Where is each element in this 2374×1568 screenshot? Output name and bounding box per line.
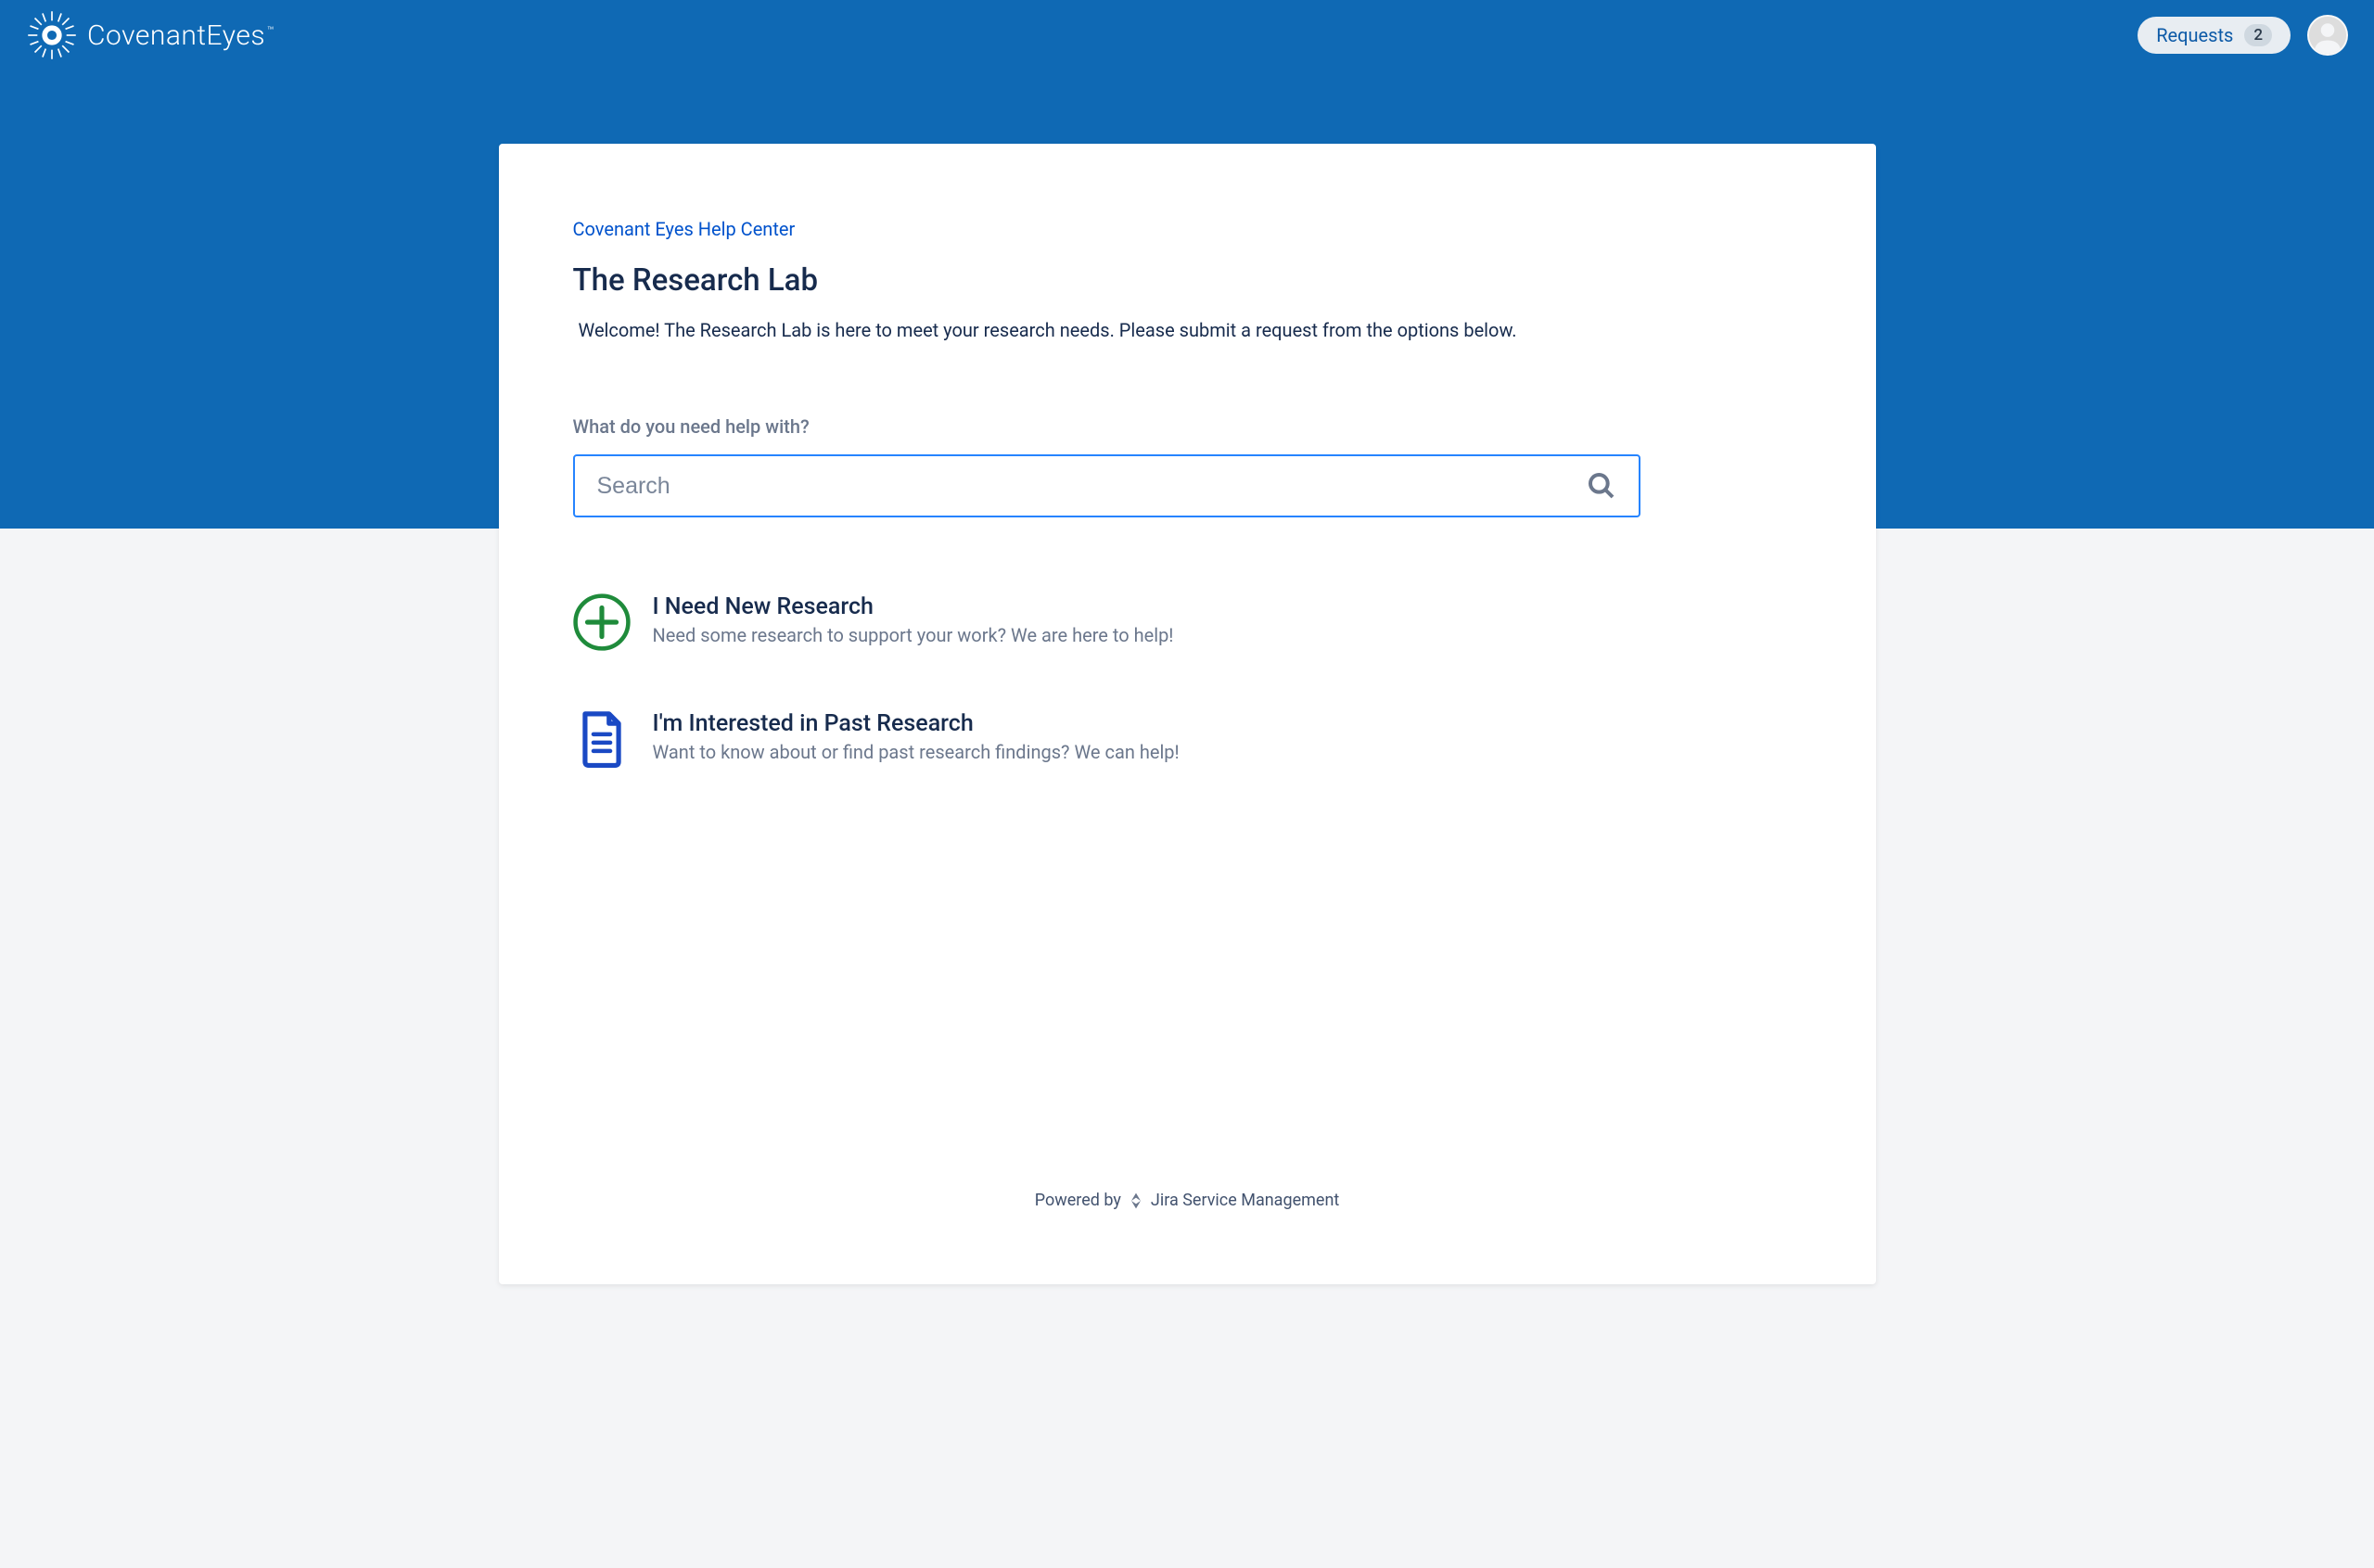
- plus-circle-icon: [573, 593, 631, 651]
- footer: Powered by Jira Service Management: [573, 1154, 1802, 1210]
- page-title: The Research Lab: [573, 262, 1802, 299]
- main-card: Covenant Eyes Help Center The Research L…: [499, 144, 1876, 1284]
- powered-by-prefix: Powered by: [1035, 1191, 1121, 1210]
- search-input[interactable]: [573, 454, 1640, 517]
- option-new-research[interactable]: I Need New Research Need some research t…: [573, 582, 1802, 662]
- powered-by-link[interactable]: Powered by Jira Service Management: [1035, 1191, 1340, 1210]
- option-content: I'm Interested in Past Research Want to …: [653, 710, 1180, 763]
- option-desc: Need some research to support your work?…: [653, 624, 1174, 646]
- option-past-research[interactable]: I'm Interested in Past Research Want to …: [573, 699, 1802, 779]
- page-wrapper: Covenant Eyes Help Center The Research L…: [0, 0, 2374, 1141]
- search-box: [573, 454, 1802, 517]
- option-content: I Need New Research Need some research t…: [653, 593, 1174, 646]
- breadcrumb[interactable]: Covenant Eyes Help Center: [573, 218, 1802, 240]
- search-label: What do you need help with?: [573, 415, 1802, 438]
- jira-icon: [1127, 1192, 1145, 1210]
- request-options: I Need New Research Need some research t…: [573, 582, 1802, 816]
- welcome-text: Welcome! The Research Lab is here to mee…: [579, 319, 1802, 341]
- option-title: I Need New Research: [653, 593, 1174, 621]
- document-icon: [573, 710, 631, 768]
- option-desc: Want to know about or find past research…: [653, 741, 1180, 763]
- option-title: I'm Interested in Past Research: [653, 710, 1180, 738]
- powered-by-product: Jira Service Management: [1151, 1191, 1339, 1210]
